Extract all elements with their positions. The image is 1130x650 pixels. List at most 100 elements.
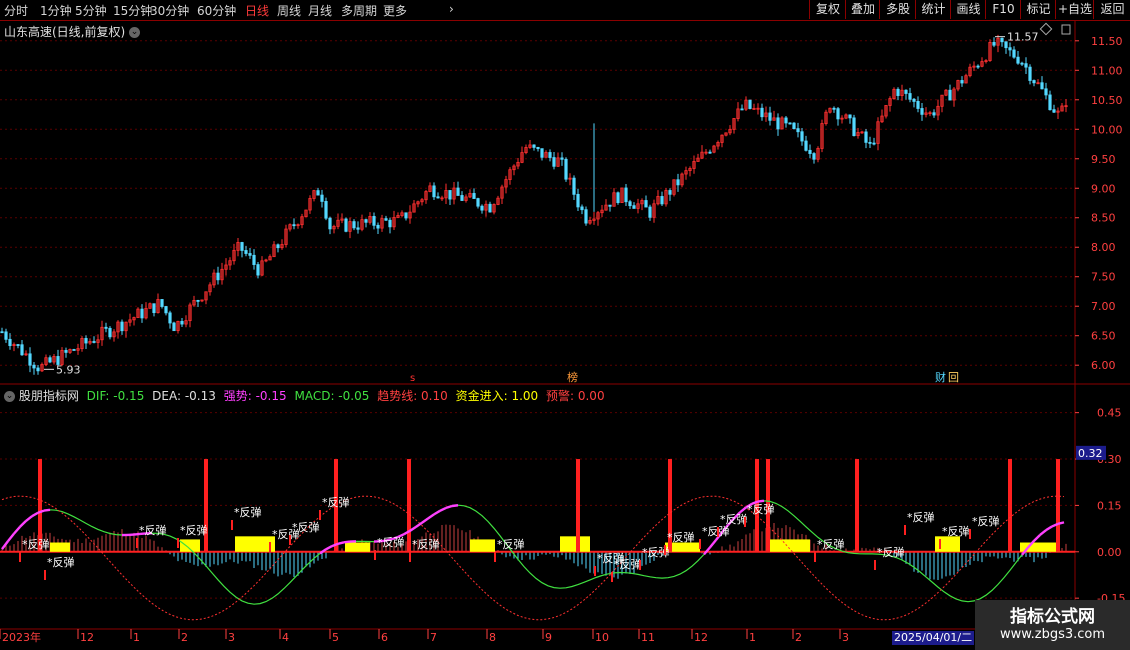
fund-block-4 [470, 539, 495, 552]
price-axis-label-6: 8.50 [1091, 212, 1116, 225]
candle-body [328, 217, 332, 230]
candle-body [8, 338, 12, 347]
candle-body [120, 321, 124, 332]
candle-body [460, 195, 464, 201]
tab-period-8[interactable]: 月线 [308, 2, 332, 19]
candle-body [488, 203, 492, 213]
candle-body [804, 140, 808, 151]
trend-label: 趋势线: 0.10 [377, 389, 448, 403]
time-axis-label-13: 12 [694, 631, 708, 644]
rebound-label-0: *反弹 [22, 537, 50, 551]
candle-body [852, 117, 856, 137]
candle-body [836, 108, 840, 120]
tab-period-0[interactable]: 分时 [4, 2, 28, 19]
candle-body [740, 108, 744, 111]
tab-period-7[interactable]: 周线 [277, 2, 301, 19]
watermark-url: www.zbgs3.com [999, 627, 1106, 642]
price-axis-label-4: 9.50 [1091, 153, 1116, 166]
toolbar-button-4[interactable]: 画线 [950, 0, 986, 19]
indicator-name[interactable]: 股朋指标网 [19, 389, 79, 403]
candle-body [364, 219, 368, 223]
candle-body [476, 198, 480, 207]
tab-period-4[interactable]: 30分钟 [150, 2, 189, 19]
ind-axis-label-3: 0.00 [1097, 546, 1122, 559]
dea-label: DEA: -0.13 [152, 389, 216, 403]
tab-period-10[interactable]: 更多 [383, 2, 407, 19]
strong-segment [421, 517, 429, 524]
candle-body [28, 353, 32, 366]
candle-body [676, 179, 680, 186]
macd-label: MACD: -0.05 [294, 389, 370, 403]
tab-period-6[interactable]: 日线 [245, 2, 269, 19]
chart-area[interactable]: 11.5011.0010.5010.009.509.008.508.007.50… [0, 21, 1130, 650]
price-axis-label-5: 9.00 [1091, 182, 1116, 195]
price-axis-label-11: 6.00 [1091, 359, 1116, 372]
ind-axis-label-0: 0.45 [1097, 407, 1122, 420]
candle-body [644, 200, 648, 208]
strong-segment [427, 513, 435, 520]
time-axis-label-9: 8 [489, 631, 496, 644]
candle-body [872, 142, 876, 145]
time-axis-label-11: 10 [595, 631, 609, 644]
candle-body [180, 320, 184, 325]
strong-segment [25, 515, 33, 522]
candle-body [244, 250, 248, 254]
candle-body [32, 364, 36, 369]
marker-s: s [410, 373, 415, 384]
toolbar-button-7[interactable]: +自选 [1055, 0, 1094, 19]
tab-period-3[interactable]: 15分钟 [113, 2, 152, 19]
stock-title[interactable]: 山东高速(日线,前复权) ⌄ [4, 23, 141, 40]
strong-segment [1039, 529, 1047, 536]
time-axis-label-3: 2 [181, 631, 188, 644]
chevron-right-icon[interactable]: › [449, 2, 454, 16]
candle-body [1052, 109, 1056, 113]
candle-body [1028, 66, 1032, 81]
current-value-text: 0.32 [1078, 447, 1103, 460]
period-toolbar: 分时 1分钟 5分钟 15分钟 30分钟 60分钟 日线 周线 月线 多周期 更多 › 复权 叠加 多股 统计… [0, 0, 1130, 21]
toolbar-button-2[interactable]: 多股 [879, 0, 916, 19]
price-axis-label-2: 10.50 [1091, 94, 1123, 107]
candle-body [560, 157, 564, 160]
diamond-icon[interactable] [1039, 22, 1053, 36]
fund-label: 资金进入: 1.00 [455, 389, 539, 403]
watermark-title: 指标公式网 [1010, 607, 1095, 627]
chevron-down-icon[interactable]: ⌄ [129, 27, 141, 38]
rebound-label-15: *反弹 [702, 524, 730, 538]
candle-body [932, 112, 936, 116]
candle-body [768, 112, 772, 121]
rebound-label-22: *反弹 [972, 514, 1000, 528]
toolbar-button-1[interactable]: 叠加 [845, 0, 880, 19]
candle-body [632, 205, 636, 209]
tab-period-1[interactable]: 1分钟 [40, 2, 72, 19]
candle-body [776, 117, 780, 130]
tab-period-2[interactable]: 5分钟 [75, 2, 107, 19]
candle-body [480, 205, 484, 211]
panel-toggle-icon[interactable] [1061, 24, 1071, 35]
candle-body [832, 107, 836, 110]
tab-period-9[interactable]: 多周期 [341, 2, 377, 19]
candle-body [456, 187, 460, 196]
candle-body [344, 218, 348, 232]
candle-body [796, 128, 800, 133]
fund-block-0 [50, 542, 70, 552]
toolbar-button-0[interactable]: 复权 [809, 0, 846, 19]
candle-body [196, 299, 200, 302]
candle-body [864, 131, 868, 143]
candle-body [240, 242, 244, 251]
toolbar-button-6[interactable]: 标记 [1020, 0, 1056, 19]
toolbar-button-3[interactable]: 统计 [915, 0, 951, 19]
strong-segment [739, 506, 747, 514]
candle-body [908, 93, 912, 100]
candle-body [920, 108, 924, 115]
tab-period-5[interactable]: 60分钟 [197, 2, 236, 19]
toolbar-button-5[interactable]: F10 [985, 0, 1021, 19]
candle-body [4, 331, 8, 340]
strong-segment [19, 520, 27, 528]
candle-body [16, 344, 20, 346]
rebound-label-14: *反弹 [667, 530, 695, 544]
candle-body [316, 190, 320, 196]
settings-icon[interactable]: ⌄ [4, 391, 15, 402]
time-axis-label-2: 1 [133, 631, 140, 644]
toolbar-button-8[interactable]: 返回 [1093, 0, 1130, 19]
time-axis-label-0: 2023年 [2, 630, 41, 644]
